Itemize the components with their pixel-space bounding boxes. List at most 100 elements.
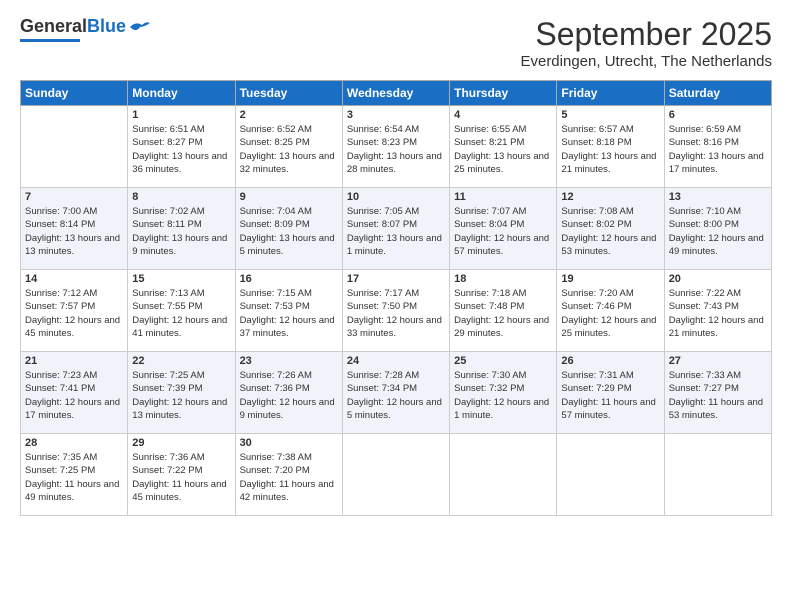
day-info: Sunrise: 7:20 AMSunset: 7:46 PMDaylight:… [561, 287, 659, 340]
day-info: Sunrise: 6:52 AMSunset: 8:25 PMDaylight:… [240, 123, 338, 176]
col-header-friday: Friday [557, 81, 664, 106]
day-number: 28 [25, 437, 123, 449]
day-number: 19 [561, 273, 659, 285]
day-number: 25 [454, 355, 552, 367]
day-info: Sunrise: 7:30 AMSunset: 7:32 PMDaylight:… [454, 369, 552, 422]
calendar-cell: 22 Sunrise: 7:25 AMSunset: 7:39 PMDayligh… [128, 352, 235, 434]
logo-underline [20, 39, 80, 42]
day-number: 27 [669, 355, 767, 367]
day-number: 4 [454, 109, 552, 121]
day-number: 23 [240, 355, 338, 367]
day-number: 9 [240, 191, 338, 203]
day-info: Sunrise: 7:35 AMSunset: 7:25 PMDaylight:… [25, 451, 123, 504]
day-number: 29 [132, 437, 230, 449]
day-info: Sunrise: 7:25 AMSunset: 7:39 PMDaylight:… [132, 369, 230, 422]
calendar-cell: 28 Sunrise: 7:35 AMSunset: 7:25 PMDayligh… [21, 434, 128, 516]
calendar-cell: 26 Sunrise: 7:31 AMSunset: 7:29 PMDayligh… [557, 352, 664, 434]
week-row-5: 28 Sunrise: 7:35 AMSunset: 7:25 PMDayligh… [21, 434, 772, 516]
month-title: September 2025 [520, 16, 772, 53]
header: General Blue September 2025 Everdingen, … [20, 16, 772, 70]
day-info: Sunrise: 6:57 AMSunset: 8:18 PMDaylight:… [561, 123, 659, 176]
day-info: Sunrise: 7:17 AMSunset: 7:50 PMDaylight:… [347, 287, 445, 340]
calendar-table: SundayMondayTuesdayWednesdayThursdayFrid… [20, 80, 772, 516]
day-info: Sunrise: 7:00 AMSunset: 8:14 PMDaylight:… [25, 205, 123, 258]
day-info: Sunrise: 7:18 AMSunset: 7:48 PMDaylight:… [454, 287, 552, 340]
calendar-cell: 5 Sunrise: 6:57 AMSunset: 8:18 PMDaylight… [557, 106, 664, 188]
day-number: 10 [347, 191, 445, 203]
logo-blue-text: Blue [87, 16, 126, 37]
calendar-cell [21, 106, 128, 188]
calendar-cell: 23 Sunrise: 7:26 AMSunset: 7:36 PMDayligh… [235, 352, 342, 434]
day-info: Sunrise: 7:08 AMSunset: 8:02 PMDaylight:… [561, 205, 659, 258]
calendar-cell: 6 Sunrise: 6:59 AMSunset: 8:16 PMDaylight… [664, 106, 771, 188]
week-row-1: 1 Sunrise: 6:51 AMSunset: 8:27 PMDaylight… [21, 106, 772, 188]
day-info: Sunrise: 7:13 AMSunset: 7:55 PMDaylight:… [132, 287, 230, 340]
col-header-monday: Monday [128, 81, 235, 106]
calendar-cell: 15 Sunrise: 7:13 AMSunset: 7:55 PMDayligh… [128, 270, 235, 352]
calendar-cell: 25 Sunrise: 7:30 AMSunset: 7:32 PMDayligh… [450, 352, 557, 434]
calendar-cell: 8Sunrise: 7:02 AMSunset: 8:11 PMDaylight… [128, 188, 235, 270]
logo-general-text: General [20, 16, 87, 37]
calendar-cell: 3Sunrise: 6:54 AMSunset: 8:23 PMDaylight… [342, 106, 449, 188]
day-info: Sunrise: 7:36 AMSunset: 7:22 PMDaylight:… [132, 451, 230, 504]
title-block: September 2025 Everdingen, Utrecht, The … [520, 16, 772, 70]
week-row-2: 7 Sunrise: 7:00 AMSunset: 8:14 PMDaylight… [21, 188, 772, 270]
calendar-cell: 24Sunrise: 7:28 AMSunset: 7:34 PMDayligh… [342, 352, 449, 434]
day-number: 22 [132, 355, 230, 367]
calendar-cell: 11 Sunrise: 7:07 AMSunset: 8:04 PMDayligh… [450, 188, 557, 270]
day-number: 24 [347, 355, 445, 367]
logo: General Blue [20, 16, 150, 42]
calendar-cell [342, 434, 449, 516]
calendar-cell: 27 Sunrise: 7:33 AMSunset: 7:27 PMDayligh… [664, 352, 771, 434]
day-number: 11 [454, 191, 552, 203]
calendar-cell: 10Sunrise: 7:05 AMSunset: 8:07 PMDayligh… [342, 188, 449, 270]
day-number: 15 [132, 273, 230, 285]
calendar-cell [664, 434, 771, 516]
day-number: 13 [669, 191, 767, 203]
day-number: 6 [669, 109, 767, 121]
calendar-cell: 12 Sunrise: 7:08 AMSunset: 8:02 PMDayligh… [557, 188, 664, 270]
day-info: Sunrise: 7:33 AMSunset: 7:27 PMDaylight:… [669, 369, 767, 422]
day-info: Sunrise: 7:04 AMSunset: 8:09 PMDaylight:… [240, 205, 338, 258]
col-header-thursday: Thursday [450, 81, 557, 106]
col-header-tuesday: Tuesday [235, 81, 342, 106]
day-info: Sunrise: 6:59 AMSunset: 8:16 PMDaylight:… [669, 123, 767, 176]
calendar-cell: 1 Sunrise: 6:51 AMSunset: 8:27 PMDaylight… [128, 106, 235, 188]
calendar-cell: 4 Sunrise: 6:55 AMSunset: 8:21 PMDaylight… [450, 106, 557, 188]
day-info: Sunrise: 7:02 AMSunset: 8:11 PMDaylight:… [132, 205, 230, 258]
day-info: Sunrise: 7:10 AMSunset: 8:00 PMDaylight:… [669, 205, 767, 258]
calendar-cell: 20 Sunrise: 7:22 AMSunset: 7:43 PMDayligh… [664, 270, 771, 352]
day-number: 7 [25, 191, 123, 203]
day-number: 26 [561, 355, 659, 367]
calendar-cell: 16 Sunrise: 7:15 AMSunset: 7:53 PMDayligh… [235, 270, 342, 352]
col-header-wednesday: Wednesday [342, 81, 449, 106]
day-number: 14 [25, 273, 123, 285]
day-info: Sunrise: 7:31 AMSunset: 7:29 PMDaylight:… [561, 369, 659, 422]
calendar-cell: 2 Sunrise: 6:52 AMSunset: 8:25 PMDaylight… [235, 106, 342, 188]
logo-bird-icon [128, 19, 150, 35]
day-number: 1 [132, 109, 230, 121]
day-info: Sunrise: 7:15 AMSunset: 7:53 PMDaylight:… [240, 287, 338, 340]
day-info: Sunrise: 7:12 AMSunset: 7:57 PMDaylight:… [25, 287, 123, 340]
day-info: Sunrise: 7:23 AMSunset: 7:41 PMDaylight:… [25, 369, 123, 422]
day-info: Sunrise: 7:26 AMSunset: 7:36 PMDaylight:… [240, 369, 338, 422]
header-row: SundayMondayTuesdayWednesdayThursdayFrid… [21, 81, 772, 106]
day-number: 12 [561, 191, 659, 203]
day-info: Sunrise: 6:55 AMSunset: 8:21 PMDaylight:… [454, 123, 552, 176]
day-number: 2 [240, 109, 338, 121]
day-number: 17 [347, 273, 445, 285]
day-info: Sunrise: 6:51 AMSunset: 8:27 PMDaylight:… [132, 123, 230, 176]
calendar-cell: 19 Sunrise: 7:20 AMSunset: 7:46 PMDayligh… [557, 270, 664, 352]
col-header-saturday: Saturday [664, 81, 771, 106]
calendar-cell: 14 Sunrise: 7:12 AMSunset: 7:57 PMDayligh… [21, 270, 128, 352]
day-number: 5 [561, 109, 659, 121]
day-info: Sunrise: 7:07 AMSunset: 8:04 PMDaylight:… [454, 205, 552, 258]
calendar-cell [450, 434, 557, 516]
day-number: 16 [240, 273, 338, 285]
day-info: Sunrise: 7:22 AMSunset: 7:43 PMDaylight:… [669, 287, 767, 340]
day-number: 3 [347, 109, 445, 121]
calendar-cell [557, 434, 664, 516]
calendar-cell: 9 Sunrise: 7:04 AMSunset: 8:09 PMDaylight… [235, 188, 342, 270]
day-number: 20 [669, 273, 767, 285]
day-info: Sunrise: 7:38 AMSunset: 7:20 PMDaylight:… [240, 451, 338, 504]
